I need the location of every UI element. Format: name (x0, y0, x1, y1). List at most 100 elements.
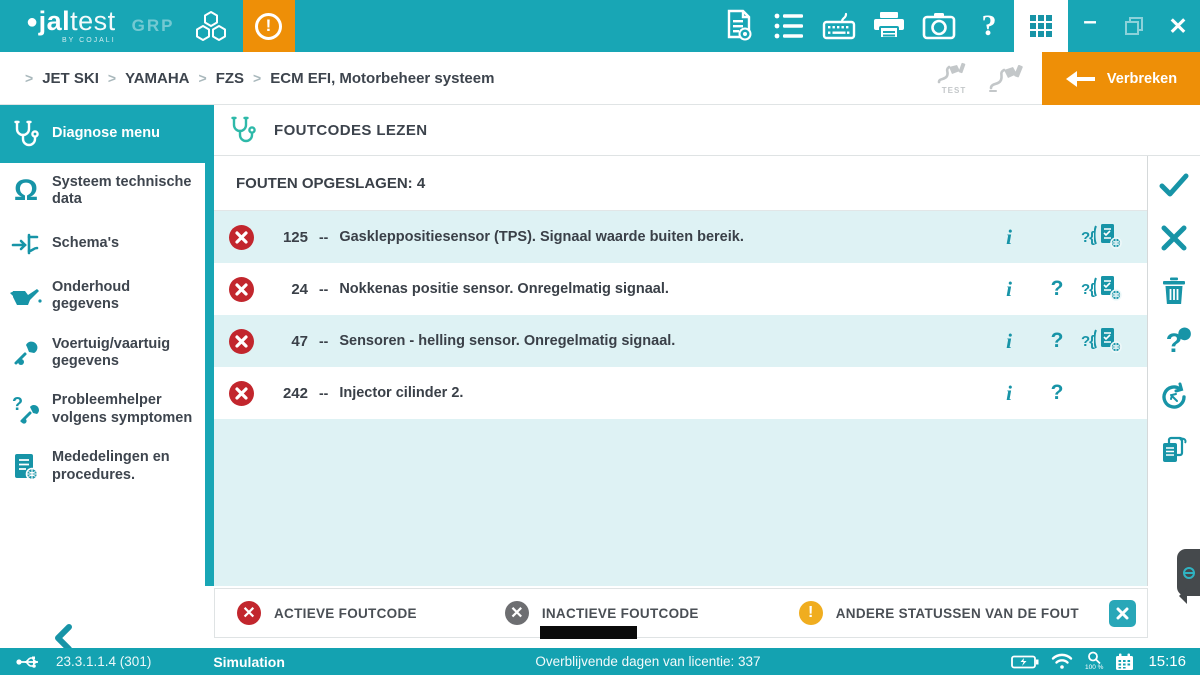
fault-code: 242 (258, 385, 308, 402)
legend-label: INACTIEVE FOUTCODE (542, 606, 699, 621)
circuit-icon (0, 231, 52, 257)
printer-icon[interactable] (864, 0, 914, 52)
breadcrumb-bar: >JET SKI>YAMAHA>FZS>ECM EFI, Motorbeheer… (0, 52, 1200, 105)
modules-cubes-icon[interactable] (189, 4, 233, 48)
other-fault-icon: ! (799, 601, 823, 625)
breadcrumb: >JET SKI>YAMAHA>FZS>ECM EFI, Motorbeheer… (0, 70, 494, 87)
fault-separator: -- (319, 385, 328, 401)
connector-icon[interactable] (988, 64, 1028, 94)
report-viewer-icon[interactable] (714, 0, 764, 52)
delete-trash-icon[interactable] (1148, 264, 1200, 317)
legend-close-button[interactable] (1109, 600, 1136, 627)
active-fault-icon (229, 225, 254, 250)
fault-row[interactable]: 47 -- Sensoren - helling sensor. Onregel… (214, 315, 1147, 367)
sidebar-item-label: Diagnose menu (52, 125, 160, 142)
sidebar-item-probleemhelper[interactable]: ? Probleemhelper volgens symptomen (0, 381, 205, 438)
screen-artifact-bar (540, 626, 637, 639)
svg-text:?: ? (12, 395, 23, 414)
refresh-icon[interactable] (1148, 370, 1200, 423)
fault-help-icon[interactable]: ? (1051, 329, 1064, 353)
mode-label: Simulation (213, 654, 285, 670)
fault-row[interactable]: 24 -- Nokkenas positie sensor. Onregelma… (214, 263, 1147, 315)
fault-checklist-icon[interactable]: ?{ (1081, 328, 1124, 354)
wrench-gear-icon (0, 339, 52, 367)
disconnect-button[interactable]: Verbreken (1042, 52, 1200, 105)
app-window: ●jaltest BY COJALI GRP ! (0, 0, 1200, 675)
fault-checklist-icon[interactable]: ?{ (1081, 276, 1124, 302)
sidebar-item-voertuig-vaartuig-gegevens[interactable]: Voertuig/vaartuig gegevens (0, 325, 205, 382)
minimize-button[interactable]: – (1068, 0, 1112, 52)
camera-icon[interactable] (914, 0, 964, 52)
fault-description: Gaskleppositiesensor (TPS). Signaal waar… (339, 229, 985, 245)
sidebar-item-mededelingen[interactable]: Mededelingen en procedures. (0, 438, 205, 495)
fault-info-icon[interactable]: i (1006, 381, 1012, 406)
fault-info-icon[interactable]: i (1006, 329, 1012, 354)
close-button[interactable]: ✕ (1156, 0, 1200, 52)
omega-icon: Ω (0, 176, 52, 206)
keyboard-icon[interactable] (814, 0, 864, 52)
breadcrumb-separator: > (108, 70, 116, 86)
breadcrumb-item[interactable]: FZS (216, 70, 244, 87)
help-add-icon[interactable]: ?⬤ (1148, 317, 1200, 370)
sidebar-item-onderhoud-gegevens[interactable]: Onderhoud gegevens (0, 268, 205, 325)
top-bar: ●jaltest BY COJALI GRP ! (0, 0, 1200, 52)
breadcrumb-separator: > (25, 70, 33, 86)
sidebar-item-label: Voertuig/vaartuig gegevens (52, 336, 201, 371)
sidebar-item-systeem-technische-data[interactable]: Ω Systeem technische data (0, 163, 205, 220)
legend-item-active: ✕ ACTIEVE FOUTCODE (237, 601, 417, 625)
alerts-button[interactable]: ! (243, 0, 295, 52)
restore-button[interactable] (1112, 0, 1156, 52)
fault-row[interactable]: 125 -- Gaskleppositiesensor (TPS). Signa… (214, 211, 1147, 263)
panel-accent-strip (205, 105, 214, 586)
sidebar-item-label: Systeem technische data (52, 174, 201, 209)
license-days-label: Overblijvende dagen van licentie: 337 (535, 654, 760, 669)
help-icon[interactable]: ? (964, 0, 1014, 52)
fault-code: 24 (258, 281, 308, 298)
active-fault-icon (229, 277, 254, 302)
breadcrumb-item[interactable]: JET SKI (42, 70, 99, 87)
document-globe-icon (0, 452, 52, 482)
page-title: FOUTCODES LEZEN (274, 122, 428, 139)
test-connector-icon[interactable]: TEST (936, 62, 972, 95)
stethoscope-icon (0, 119, 52, 149)
fault-info-icon[interactable]: i (1006, 225, 1012, 250)
calendar-icon[interactable] (1115, 653, 1134, 671)
fault-checklist-icon[interactable]: ?{ (1081, 224, 1124, 250)
apps-grid-icon[interactable] (1014, 0, 1068, 52)
list-icon[interactable] (764, 0, 814, 52)
sidebar-item-label: Mededelingen en procedures. (52, 449, 201, 484)
fault-code: 125 (258, 229, 308, 246)
fault-row[interactable]: 242 -- Injector cilinder 2. i ? (214, 367, 1147, 419)
hidden-panel-handle[interactable] (1177, 549, 1200, 596)
zoom-level-icon[interactable]: 100 % (1085, 651, 1103, 672)
report-copy-icon[interactable] (1148, 423, 1200, 476)
wifi-icon (1051, 653, 1073, 670)
sidebar-item-label: Probleemhelper volgens symptomen (52, 392, 201, 427)
sidebar-item-schemas[interactable]: Schema's (0, 220, 205, 268)
fault-help-icon[interactable]: ? (1051, 381, 1064, 405)
grp-label: GRP (132, 16, 175, 36)
stethoscope-icon (230, 115, 256, 145)
battery-icon (1011, 655, 1039, 669)
jaltest-logo: ●jaltest BY COJALI (26, 8, 116, 44)
sidebar: Diagnose menu Ω Systeem technische data … (0, 105, 205, 640)
breadcrumb-item[interactable]: YAMAHA (125, 70, 189, 87)
active-fault-icon (229, 381, 254, 406)
cancel-x-icon[interactable] (1148, 211, 1200, 264)
panel-header: FOUTCODES LEZEN (214, 105, 1200, 156)
breadcrumb-item[interactable]: ECM EFI, Motorbeheer systeem (270, 70, 494, 87)
connector-status: TEST (936, 52, 1028, 105)
confirm-check-icon[interactable] (1148, 158, 1200, 211)
sidebar-item-label: Schema's (52, 235, 119, 252)
status-bar: 23.3.1.1.4 (301) Simulation Overblijvend… (0, 648, 1200, 675)
legend-item-other: ! ANDERE STATUSSEN VAN DE FOUT (799, 601, 1079, 625)
sidebar-item-diagnose-menu[interactable]: Diagnose menu (0, 105, 205, 163)
active-fault-icon (229, 329, 254, 354)
sidebar-item-label: Onderhoud gegevens (52, 279, 201, 314)
fault-separator: -- (319, 229, 328, 245)
fault-help-icon[interactable]: ? (1051, 277, 1064, 301)
fault-info-icon[interactable]: i (1006, 277, 1012, 302)
arrow-left-icon (1065, 69, 1095, 89)
right-toolbar: ?⬤ (1148, 158, 1200, 476)
stored-faults-header: FOUTEN OPGESLAGEN: 4 (214, 156, 1147, 211)
